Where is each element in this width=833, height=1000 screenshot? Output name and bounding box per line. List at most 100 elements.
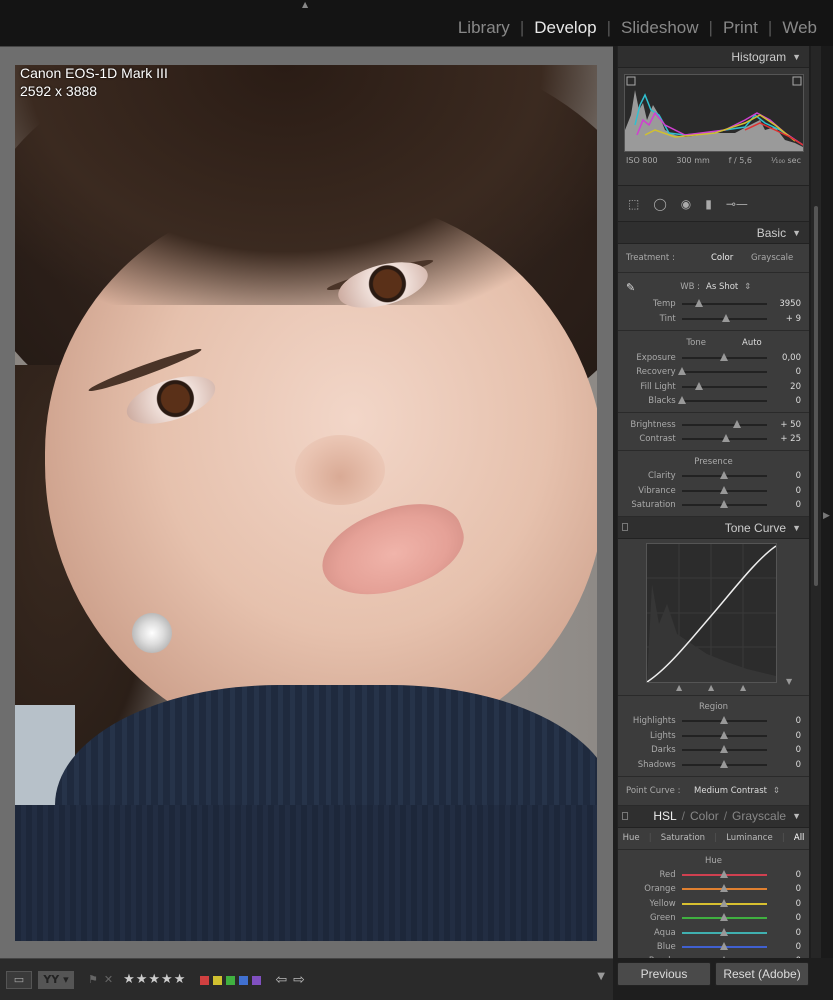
panel-switch-icon[interactable]: [622, 811, 628, 820]
hsl-subtab-hue[interactable]: Hue: [623, 833, 640, 843]
slider-knob[interactable]: [720, 471, 729, 480]
tone-auto-button[interactable]: Auto: [742, 338, 762, 348]
tone-curve-graph[interactable]: [646, 543, 777, 684]
hsl-subtab-all[interactable]: All: [794, 833, 805, 843]
top-panel-toggle-icon[interactable]: ▲: [302, 0, 308, 9]
color-label-swatch[interactable]: [252, 976, 262, 985]
slider-knob[interactable]: [720, 913, 729, 922]
slider-knob[interactable]: [720, 942, 729, 950]
slider-knob[interactable]: [720, 898, 729, 907]
slider-track[interactable]: [681, 913, 768, 922]
slider-knob[interactable]: [720, 485, 729, 494]
slider-value[interactable]: 0,00: [773, 353, 801, 363]
slider-knob[interactable]: [694, 299, 703, 308]
slider-knob[interactable]: [720, 716, 729, 725]
basic-header[interactable]: Basic ▼: [618, 222, 809, 244]
slider-value[interactable]: 0: [773, 471, 801, 481]
slider-knob[interactable]: [720, 927, 729, 936]
slider-value[interactable]: 0: [773, 500, 801, 510]
slider-value[interactable]: 0: [773, 928, 801, 938]
slider-knob[interactable]: [720, 730, 729, 739]
photo-canvas[interactable]: [0, 46, 613, 958]
point-curve-dropdown[interactable]: Medium Contrast: [694, 786, 767, 796]
slider-track[interactable]: [681, 313, 768, 322]
slider-knob[interactable]: [677, 396, 686, 405]
slider-knob[interactable]: [720, 745, 729, 754]
slider-track[interactable]: [681, 299, 768, 308]
slider-knob[interactable]: [694, 381, 703, 390]
slider-knob[interactable]: [720, 884, 729, 893]
slider-track[interactable]: [681, 927, 768, 936]
collapse-triangle-icon[interactable]: ▼: [792, 523, 801, 533]
slider-value[interactable]: 0: [773, 486, 801, 496]
color-tab[interactable]: Color: [690, 809, 719, 823]
slider-track[interactable]: [681, 745, 768, 754]
photo-preview[interactable]: [15, 65, 597, 941]
slider-value[interactable]: 0: [773, 913, 801, 923]
slider-knob[interactable]: [720, 500, 729, 509]
collapse-triangle-icon[interactable]: ▼: [792, 228, 801, 238]
adjustment-brush-tool-icon[interactable]: ⊸—: [726, 197, 748, 211]
slider-track[interactable]: [681, 419, 768, 428]
slider-value[interactable]: 0: [773, 956, 801, 958]
module-develop[interactable]: Develop: [534, 18, 596, 38]
module-print[interactable]: Print: [723, 18, 758, 38]
toolbar-menu-chevron-icon[interactable]: ▼: [597, 971, 605, 982]
slider-knob[interactable]: [677, 367, 686, 376]
previous-photo-arrow-icon[interactable]: ⇦: [275, 972, 287, 988]
panel-switch-icon[interactable]: [622, 523, 628, 532]
right-panel-toggle-icon[interactable]: ▶: [823, 511, 830, 521]
slider-track[interactable]: [681, 381, 768, 390]
slider-value[interactable]: 0: [773, 731, 801, 741]
slider-knob[interactable]: [733, 419, 742, 428]
slider-track[interactable]: [681, 352, 768, 361]
collapse-triangle-icon[interactable]: ▼: [792, 811, 801, 821]
slider-track[interactable]: [681, 471, 768, 480]
slider-knob[interactable]: [720, 870, 729, 879]
tone-curve-header[interactable]: Tone Curve ▼: [618, 517, 809, 540]
grayscale-tab[interactable]: Grayscale: [732, 809, 786, 823]
slider-track[interactable]: [681, 433, 768, 442]
wb-eyedropper-icon[interactable]: ✎: [626, 281, 666, 294]
slider-track[interactable]: [681, 500, 768, 509]
slider-knob[interactable]: [720, 759, 729, 768]
slider-value[interactable]: 20: [773, 382, 801, 392]
slider-value[interactable]: 0: [773, 716, 801, 726]
color-label-swatch[interactable]: [213, 976, 223, 985]
slider-value[interactable]: 0: [773, 745, 801, 755]
slider-value[interactable]: + 9: [773, 314, 801, 324]
panel-scrollbar[interactable]: [811, 46, 821, 958]
slider-track[interactable]: [681, 870, 768, 879]
scrollbar-thumb[interactable]: [814, 206, 818, 586]
module-library[interactable]: Library: [458, 18, 510, 38]
before-after-button[interactable]: YY ▾: [38, 970, 74, 989]
module-slideshow[interactable]: Slideshow: [621, 18, 699, 38]
curve-split-handles[interactable]: ▲ ▲ ▲ ▼: [646, 677, 801, 695]
rating-stars[interactable]: ★★★★★: [123, 972, 186, 987]
hsl-tab[interactable]: HSL: [653, 809, 676, 823]
wb-dropdown-chevron-icon[interactable]: ⇕: [744, 282, 751, 292]
reject-flag-icon[interactable]: ✕: [104, 973, 113, 986]
previous-button[interactable]: Previous: [617, 962, 711, 986]
next-photo-arrow-icon[interactable]: ⇨: [293, 972, 305, 988]
slider-track[interactable]: [681, 898, 768, 907]
color-label-swatch[interactable]: [226, 976, 236, 985]
slider-value[interactable]: + 50: [773, 420, 801, 430]
slider-track[interactable]: [681, 942, 768, 950]
wb-preset-dropdown[interactable]: As Shot: [706, 282, 738, 292]
flag-icon[interactable]: ⚑: [88, 973, 98, 986]
slider-value[interactable]: 0: [773, 884, 801, 894]
graduated-filter-tool-icon[interactable]: ▮: [705, 197, 712, 211]
slider-track[interactable]: [681, 485, 768, 494]
loupe-view-button[interactable]: ▭: [6, 970, 32, 989]
color-label-swatch[interactable]: [239, 976, 249, 985]
slider-value[interactable]: 0: [773, 942, 801, 952]
histogram-header[interactable]: Histogram ▼: [618, 46, 809, 68]
module-web[interactable]: Web: [782, 18, 817, 38]
slider-track[interactable]: [677, 396, 768, 405]
slider-value[interactable]: 0: [773, 367, 801, 377]
slider-value[interactable]: 0: [773, 760, 801, 770]
slider-track[interactable]: [681, 716, 768, 725]
slider-value[interactable]: 0: [773, 396, 801, 406]
hsl-header[interactable]: HSL / Color / Grayscale ▼: [618, 805, 809, 828]
